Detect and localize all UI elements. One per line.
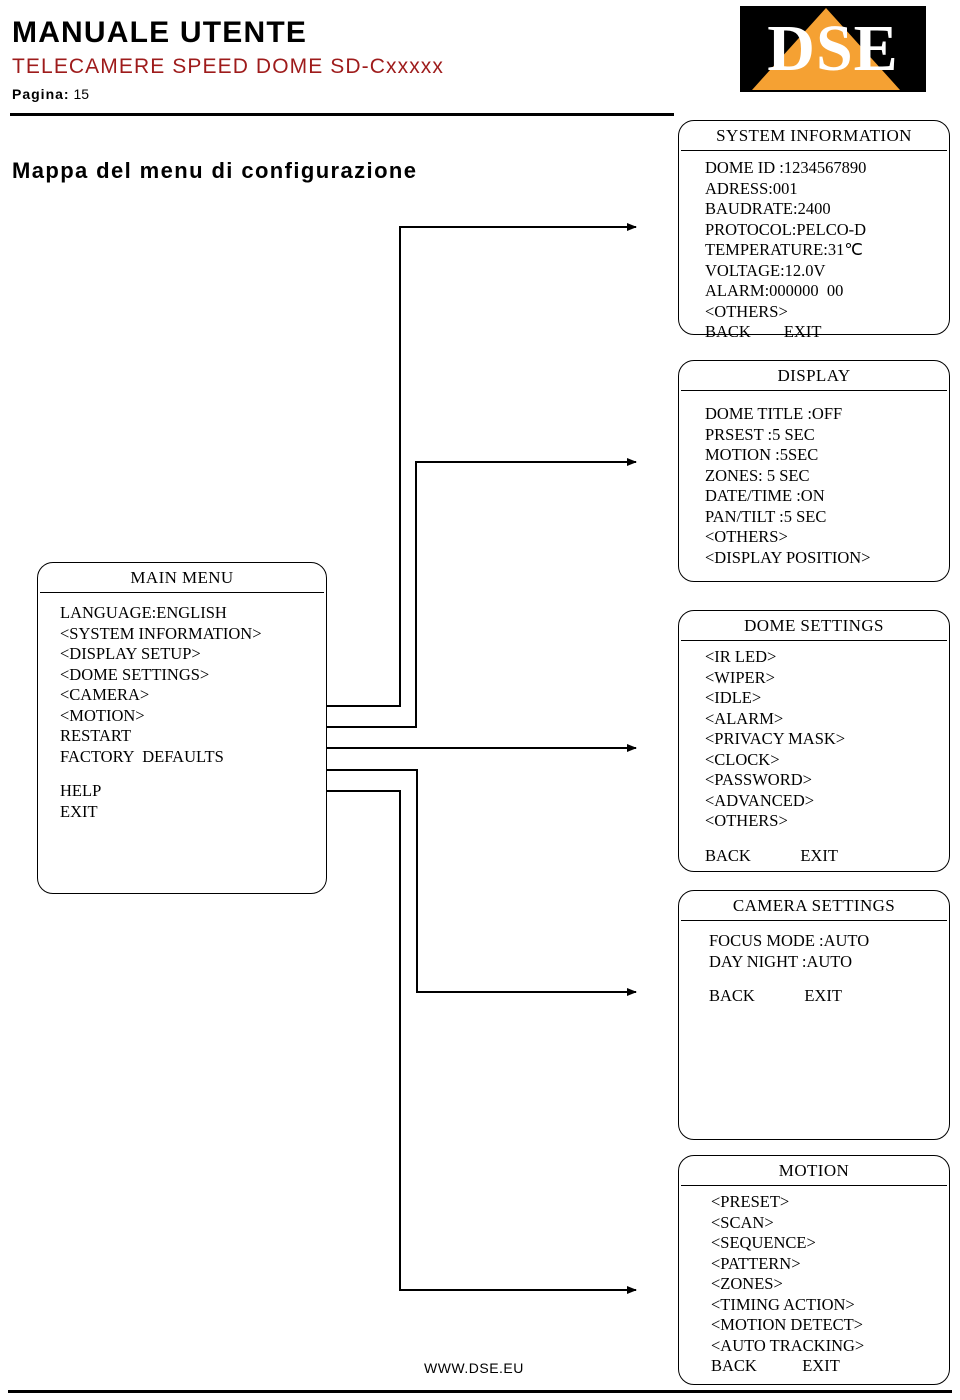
list-item[interactable]: DATE/TIME :ON <box>705 486 949 507</box>
page-number-value: 15 <box>73 86 90 102</box>
list-item[interactable]: <DISPLAY SETUP> <box>60 644 326 665</box>
box-nav-motion[interactable]: BACK EXIT <box>711 1356 949 1377</box>
list-item[interactable]: VOLTAGE:12.0V <box>705 261 949 282</box>
menu-box-dome-settings: DOME SETTINGS <IR LED> <WIPER> <IDLE> <A… <box>678 610 950 872</box>
box-rows-motion: <PRESET> <SCAN> <SEQUENCE> <PATTERN> <ZO… <box>679 1186 949 1377</box>
document-page: MANUALE UTENTE TELECAMERE SPEED DOME SD-… <box>0 0 960 1400</box>
list-item[interactable]: <OTHERS> <box>705 527 949 548</box>
header-divider <box>10 113 674 116</box>
list-item[interactable]: <PRIVACY MASK> <box>705 729 949 750</box>
box-rows-dome-settings: <IR LED> <WIPER> <IDLE> <ALARM> <PRIVACY… <box>679 641 949 866</box>
list-item[interactable]: <OTHERS> <box>705 811 949 832</box>
list-item[interactable]: PROTOCOL:PELCO-D <box>705 220 949 241</box>
list-item[interactable]: DOME TITLE :OFF <box>705 404 949 425</box>
list-item[interactable]: <IR LED> <box>705 647 949 668</box>
connector-system-information <box>325 223 637 707</box>
list-item[interactable]: <IDLE> <box>705 688 949 709</box>
box-nav-camera-settings[interactable]: BACK EXIT <box>709 986 949 1007</box>
list-item[interactable]: BAUDRATE:2400 <box>705 199 949 220</box>
list-item[interactable]: ADRESS:001 <box>705 179 949 200</box>
page-number-line: Pagina: 15 <box>12 86 89 102</box>
list-item[interactable]: <WIPER> <box>705 668 949 689</box>
list-item[interactable]: <PRESET> <box>711 1192 949 1213</box>
list-item[interactable]: <MOTION DETECT> <box>711 1315 949 1336</box>
list-item[interactable]: PRSEST :5 SEC <box>705 425 949 446</box>
box-rows-system-information: DOME ID :1234567890 ADRESS:001 BAUDRATE:… <box>679 151 949 343</box>
list-item[interactable]: <OTHERS> <box>705 302 949 323</box>
footer-url: WWW.DSE.EU <box>424 1360 524 1376</box>
list-item[interactable]: LANGUAGE:ENGLISH <box>60 603 326 624</box>
list-item[interactable]: FACTORY DEFAULTS <box>60 747 326 768</box>
list-item[interactable]: FOCUS MODE :AUTO <box>709 931 949 952</box>
section-title: Mappa del menu di configurazione <box>12 158 418 183</box>
list-item[interactable]: ALARM:000000 00 <box>705 281 949 302</box>
page-subtitle: TELECAMERE SPEED DOME SD-Cxxxxx <box>12 55 444 78</box>
list-item[interactable]: <SCAN> <box>711 1213 949 1234</box>
box-rows-camera-settings: FOCUS MODE :AUTO DAY NIGHT :AUTO BACK EX… <box>679 921 949 1007</box>
box-title-motion: MOTION <box>778 1161 850 1180</box>
menu-box-main-menu: MAIN MENU LANGUAGE:ENGLISH <SYSTEM INFOR… <box>37 562 327 894</box>
dse-logo: DSE <box>740 6 926 92</box>
list-item[interactable]: DOME ID :1234567890 <box>705 158 949 179</box>
list-item[interactable]: <CLOCK> <box>705 750 949 771</box>
list-item[interactable]: MOTION :5SEC <box>705 445 949 466</box>
menu-item-help[interactable]: HELP <box>60 781 326 802</box>
list-item[interactable]: <AUTO TRACKING> <box>711 1336 949 1357</box>
box-title-dome-settings: DOME SETTINGS <box>744 616 884 635</box>
box-rows-display: DOME TITLE :OFF PRSEST :5 SEC MOTION :5S… <box>679 391 949 568</box>
box-title-display: DISPLAY <box>777 366 851 385</box>
list-item[interactable]: <MOTION> <box>60 706 326 727</box>
list-item[interactable]: DAY NIGHT :AUTO <box>709 952 949 973</box>
box-nav-dome-settings[interactable]: BACK EXIT <box>705 846 949 867</box>
connector-display <box>325 458 637 728</box>
list-item[interactable]: <TIMING ACTION> <box>711 1295 949 1316</box>
list-item[interactable]: <SEQUENCE> <box>711 1233 949 1254</box>
box-title-system-information: SYSTEM INFORMATION <box>716 126 912 145</box>
menu-item-exit[interactable]: EXIT <box>60 802 326 823</box>
list-item[interactable]: ZONES: 5 SEC <box>705 466 949 487</box>
box-title-camera-settings: CAMERA SETTINGS <box>732 896 896 915</box>
list-item[interactable]: <ZONES> <box>711 1274 949 1295</box>
menu-box-display: DISPLAY DOME TITLE :OFF PRSEST :5 SEC MO… <box>678 360 950 582</box>
logo-text: DSE <box>767 12 899 85</box>
box-rows-main-menu: LANGUAGE:ENGLISH <SYSTEM INFORMATION> <D… <box>38 593 326 822</box>
connector-motion <box>325 790 637 1294</box>
list-item[interactable]: <ALARM> <box>705 709 949 730</box>
list-item[interactable]: TEMPERATURE:31℃ <box>705 240 949 261</box>
list-item[interactable]: PAN/TILT :5 SEC <box>705 507 949 528</box>
list-item[interactable]: <SYSTEM INFORMATION> <box>60 624 326 645</box>
menu-box-system-information: SYSTEM INFORMATION DOME ID :1234567890 A… <box>678 120 950 341</box>
list-item[interactable]: <CAMERA> <box>60 685 326 706</box>
list-item[interactable]: <DOME SETTINGS> <box>60 665 326 686</box>
menu-box-camera-settings: CAMERA SETTINGS FOCUS MODE :AUTO DAY NIG… <box>678 890 950 1140</box>
list-item[interactable]: <PATTERN> <box>711 1254 949 1275</box>
box-title-main-menu: MAIN MENU <box>130 568 234 587</box>
menu-box-motion: MOTION <PRESET> <SCAN> <SEQUENCE> <PATTE… <box>678 1155 950 1385</box>
list-item[interactable]: <ADVANCED> <box>705 791 949 812</box>
page-number-label: Pagina: <box>12 86 70 102</box>
box-nav-system-information[interactable]: BACK EXIT <box>705 322 949 343</box>
page-title: MANUALE UTENTE <box>12 16 308 49</box>
list-item[interactable]: RESTART <box>60 726 326 747</box>
connector-camera-settings <box>325 769 637 996</box>
list-item[interactable]: <PASSWORD> <box>705 770 949 791</box>
footer-divider <box>8 1390 952 1393</box>
list-item[interactable]: <DISPLAY POSITION> <box>705 548 949 569</box>
